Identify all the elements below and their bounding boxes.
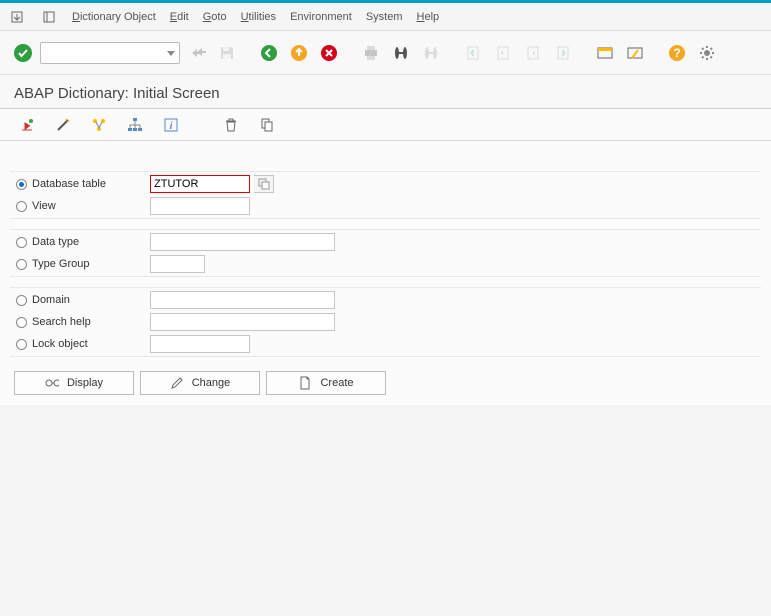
radio-icon xyxy=(16,237,27,248)
menu-goto[interactable]: Goto xyxy=(203,11,227,23)
radio-icon xyxy=(16,295,27,306)
exit-button[interactable] xyxy=(286,40,312,66)
main-toolbar: ? xyxy=(0,31,771,75)
database-table-input[interactable] xyxy=(151,176,249,192)
wand-icon[interactable] xyxy=(50,112,76,138)
lock-object-field[interactable] xyxy=(150,335,250,353)
type-group-field[interactable] xyxy=(150,255,205,273)
radio-label: Data type xyxy=(32,236,79,248)
document-icon xyxy=(298,376,312,390)
back-button[interactable] xyxy=(256,40,282,66)
radio-icon xyxy=(16,179,27,190)
cancel-button[interactable] xyxy=(316,40,342,66)
radio-label: Domain xyxy=(32,294,70,306)
radio-type-group[interactable]: Type Group xyxy=(10,258,150,270)
copy-icon[interactable] xyxy=(254,112,280,138)
domain-field[interactable] xyxy=(150,291,335,309)
print-button[interactable] xyxy=(358,40,384,66)
delete-icon[interactable] xyxy=(218,112,244,138)
radio-label: Database table xyxy=(32,178,106,190)
radio-label: View xyxy=(32,200,56,212)
button-label: Display xyxy=(67,377,103,389)
radio-label: Type Group xyxy=(32,258,89,270)
menu-dictionary-object[interactable]: Dictionary Object xyxy=(72,11,156,23)
radio-lock-object[interactable]: Lock object xyxy=(10,338,150,350)
menu-bar: Dictionary Object Edit Goto Utilities En… xyxy=(0,3,771,31)
svg-text:?: ? xyxy=(673,46,680,60)
save-button[interactable] xyxy=(214,40,240,66)
database-table-field[interactable] xyxy=(150,175,250,193)
radio-icon xyxy=(16,317,27,328)
info-icon[interactable]: i xyxy=(158,112,184,138)
menu-options-icon[interactable] xyxy=(40,8,58,26)
menu-help[interactable]: Help xyxy=(417,11,440,23)
button-label: Create xyxy=(320,377,353,389)
find-button[interactable] xyxy=(388,40,414,66)
glasses-icon xyxy=(45,376,59,390)
create-button[interactable]: Create xyxy=(266,371,386,395)
shortcut-button[interactable] xyxy=(622,40,648,66)
menu-edit[interactable]: Edit xyxy=(170,11,189,23)
button-label: Change xyxy=(192,377,231,389)
help-button[interactable]: ? xyxy=(664,40,690,66)
change-button[interactable]: Change xyxy=(140,371,260,395)
radio-domain[interactable]: Domain xyxy=(10,294,150,306)
radio-data-type[interactable]: Data type xyxy=(10,236,150,248)
page-title: ABAP Dictionary: Initial Screen xyxy=(0,75,771,109)
radio-search-help[interactable]: Search help xyxy=(10,316,150,328)
svg-text:i: i xyxy=(170,121,173,132)
last-page-button[interactable] xyxy=(550,40,576,66)
radio-label: Lock object xyxy=(32,338,88,350)
pencil-icon xyxy=(170,376,184,390)
radio-label: Search help xyxy=(32,316,91,328)
f4-help-button[interactable] xyxy=(254,175,274,193)
radio-view[interactable]: View xyxy=(10,200,150,212)
search-help-field[interactable] xyxy=(150,313,335,331)
menu-environment[interactable]: Environment xyxy=(290,11,352,23)
collapse-icon[interactable] xyxy=(184,40,210,66)
first-page-button[interactable] xyxy=(460,40,486,66)
app-toolbar: i xyxy=(0,109,771,141)
command-field[interactable] xyxy=(40,42,180,64)
hierarchy-icon[interactable] xyxy=(122,112,148,138)
menu-collapse-icon[interactable] xyxy=(8,8,26,26)
radio-icon xyxy=(16,259,27,270)
where-used-icon[interactable] xyxy=(86,112,112,138)
radio-icon xyxy=(16,339,27,350)
menu-system[interactable]: System xyxy=(366,11,403,23)
view-field[interactable] xyxy=(150,197,250,215)
menu-lbl: ictionary Object xyxy=(80,11,156,23)
settings-button[interactable] xyxy=(694,40,720,66)
data-type-field[interactable] xyxy=(150,233,335,251)
next-page-button[interactable] xyxy=(520,40,546,66)
content-area: Database table View Data type xyxy=(0,141,771,405)
radio-database-table[interactable]: Database table xyxy=(10,178,150,190)
enter-button[interactable] xyxy=(10,40,36,66)
new-session-button[interactable] xyxy=(592,40,618,66)
display-button[interactable]: Display xyxy=(14,371,134,395)
menu-utilities[interactable]: Utilities xyxy=(241,11,276,23)
activate-icon[interactable] xyxy=(14,112,40,138)
prev-page-button[interactable] xyxy=(490,40,516,66)
find-next-button[interactable] xyxy=(418,40,444,66)
radio-icon xyxy=(16,201,27,212)
